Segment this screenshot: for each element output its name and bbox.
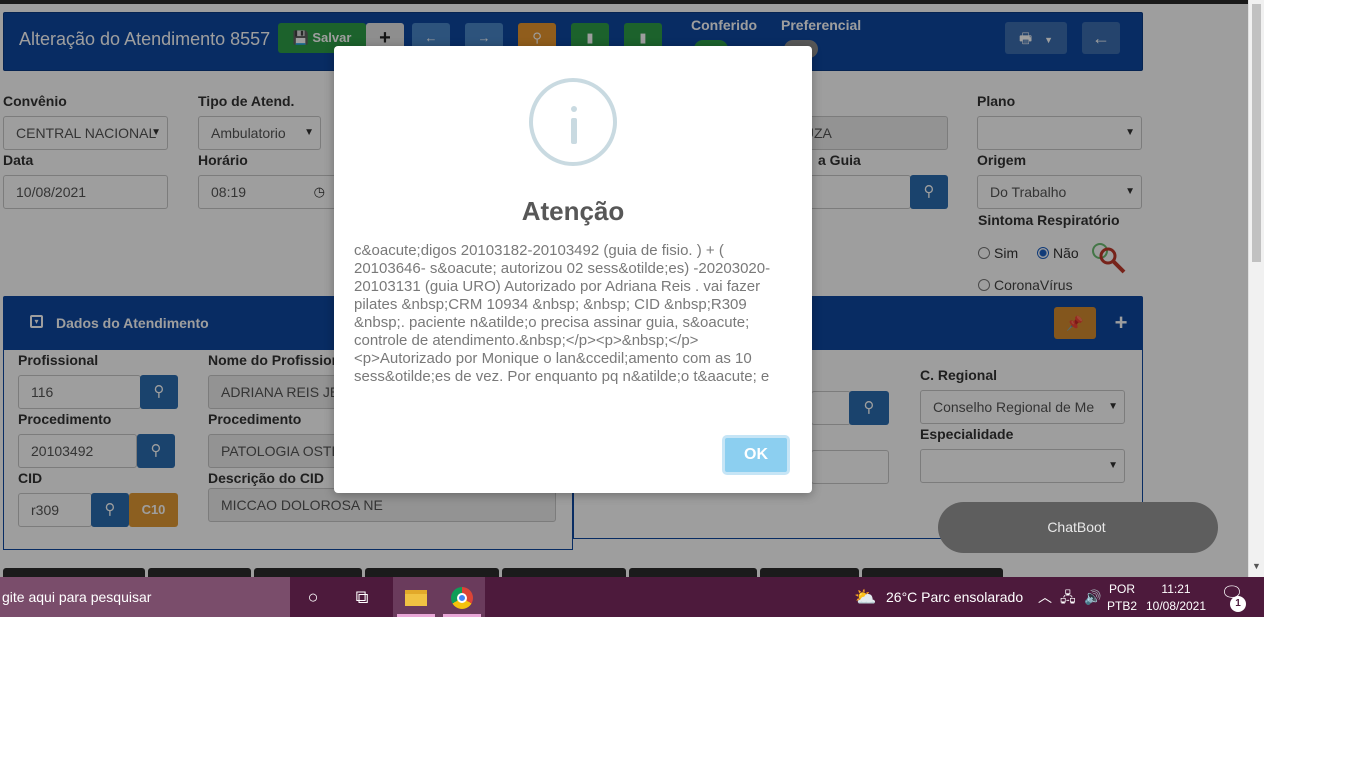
dialog-title: Atenção — [521, 196, 625, 226]
volume-icon[interactable]: 🔊 — [1084, 577, 1101, 617]
chatboot-button[interactable]: ChatBoot — [938, 502, 1218, 553]
scrollbar-thumb[interactable] — [1252, 4, 1261, 262]
taskbar-search-placeholder: gite aqui para pesquisar — [2, 589, 152, 605]
file-explorer-icon[interactable] — [393, 577, 439, 617]
weather-icon[interactable]: ⛅ — [854, 577, 876, 617]
clock-date[interactable]: 10/08/2021 — [1145, 599, 1207, 613]
alert-dialog: Atenção c&oacute;digos 20103182-20103492… — [334, 46, 812, 493]
windows-taskbar: gite aqui para pesquisar ○ ⧉ ⛅ 26°C Parc… — [0, 577, 1264, 617]
dialog-message: c&oacute;digos 20103182-20103492 (guia d… — [354, 242, 771, 385]
scroll-down-icon[interactable]: ▼ — [1249, 558, 1264, 574]
lang-bottom[interactable]: PTB2 — [1107, 599, 1137, 613]
vertical-scrollbar[interactable]: ▼ — [1248, 0, 1264, 577]
app-page: Alteração do Atendimento 8557 💾 Salvar +… — [0, 4, 1248, 577]
cortana-icon[interactable]: ○ — [290, 577, 336, 617]
notification-badge: 1 — [1230, 596, 1246, 612]
network-icon[interactable]: 🖧 — [1060, 577, 1076, 617]
task-view-icon[interactable]: ⧉ — [339, 577, 385, 617]
lang-top[interactable]: POR — [1107, 582, 1137, 596]
ok-button[interactable]: OK — [722, 435, 790, 475]
show-hidden-icons-icon[interactable]: ︿ — [1038, 577, 1052, 617]
weather-text[interactable]: 26°C Parc ensolarado — [886, 577, 1023, 617]
chatboot-label: ChatBoot — [1047, 519, 1106, 535]
browser-viewport: Alteração do Atendimento 8557 💾 Salvar +… — [0, 0, 1264, 617]
info-icon — [529, 78, 617, 166]
clock-time[interactable]: 11:21 — [1145, 582, 1207, 596]
taskbar-search[interactable]: gite aqui para pesquisar — [0, 577, 290, 617]
chrome-icon[interactable] — [439, 577, 485, 617]
